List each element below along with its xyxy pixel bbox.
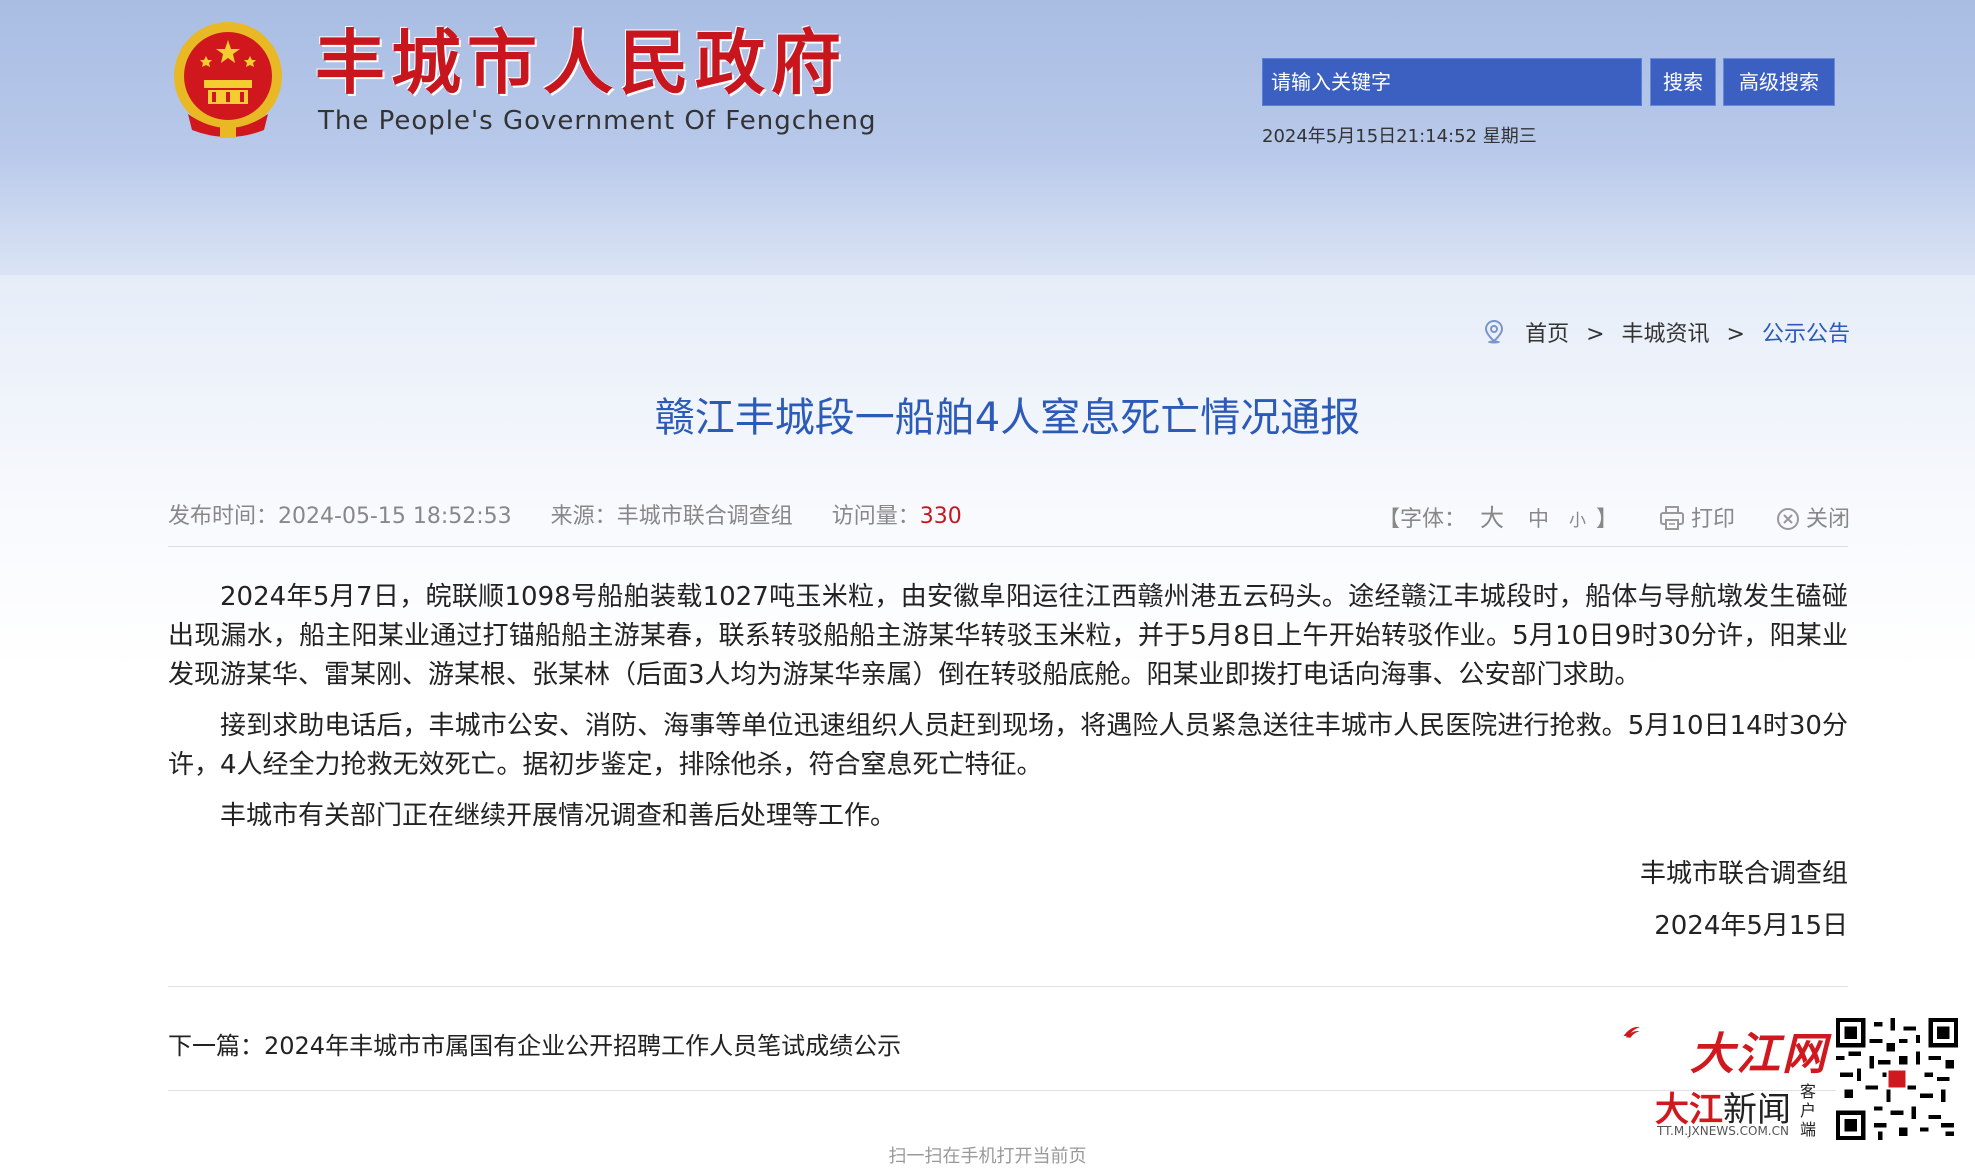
next-article-title[interactable]: 2024年丰城市市属国有企业公开招聘工作人员笔试成绩公示 <box>264 1032 901 1060</box>
search-input[interactable]: 请输入关键字 <box>1262 58 1642 106</box>
breadcrumb-separator: > <box>1586 322 1605 347</box>
font-size-label: 【字体： <box>1377 507 1466 532</box>
font-large-button[interactable]: 大 <box>1480 504 1504 532</box>
article-paragraph: 丰城市有关部门正在继续开展情况调查和善后处理等工作。 <box>220 801 897 831</box>
advanced-search-button[interactable]: 高级搜索 <box>1723 58 1835 106</box>
jxnews-logo-icon <box>1623 1026 1640 1038</box>
current-datetime: 2024年5月15日21:14:52 星期三 <box>1262 126 1537 147</box>
font-size-label-close: 】 <box>1595 507 1618 532</box>
close-button[interactable]: 关闭 <box>1776 507 1850 532</box>
national-emblem-icon <box>174 22 282 138</box>
meta-divider <box>168 546 1848 547</box>
site-header: 丰城市人民政府 The People's Government Of Fengc… <box>0 0 1975 275</box>
article-meta: 发布时间：2024-05-15 18:52:53 来源：丰城市联合调查组 访问量… <box>168 498 994 530</box>
article-title: 赣江丰城段一船舶4人窒息死亡情况通报 <box>654 395 1361 441</box>
view-count: 访问量：330 <box>831 504 962 529</box>
site-subtitle: The People's Government Of Fengcheng <box>318 106 877 136</box>
site-title: 丰城市人民政府 <box>315 21 847 104</box>
next-article-link[interactable]: 下一篇：2024年丰城市市属国有企业公开招聘工作人员笔试成绩公示 <box>168 1026 901 1061</box>
jxnews-client-label: 客户端 <box>1800 1082 1817 1139</box>
article-paragraph: 接到求助电话后，丰城市公安、消防、海事等单位迅速组织人员赶到现场，将遇险人员紧急… <box>168 711 1848 780</box>
printer-icon <box>1659 506 1684 530</box>
close-circle-icon <box>1776 508 1799 530</box>
breadcrumb: 首页 > 丰城资讯 > 公示公告 <box>1484 316 1850 348</box>
print-button[interactable]: 打印 <box>1659 506 1742 532</box>
scan-hint: 扫一扫在手机打开当前页 <box>888 1146 1087 1167</box>
breadcrumb-separator: > <box>1726 322 1745 347</box>
location-pin-icon <box>1485 320 1504 344</box>
breadcrumb-section-link[interactable]: 丰城资讯 <box>1622 322 1710 347</box>
publish-time: 发布时间：2024-05-15 18:52:53 <box>168 504 512 529</box>
jxnews-brand: 大江网 <box>1690 1029 1828 1080</box>
footer-divider <box>168 1090 1848 1091</box>
font-medium-button[interactable]: 中 <box>1528 507 1549 531</box>
article-body: 2024年5月7日，皖联顺1098号船舶装载1027吨玉米粒，由安徽阜阳运往江西… <box>168 578 1848 952</box>
qr-code-icon <box>1836 1018 1958 1140</box>
article-paragraph: 2024年5月7日，皖联顺1098号船舶装载1027吨玉米粒，由安徽阜阳运往江西… <box>168 582 1848 690</box>
article-source: 来源：丰城市联合调查组 <box>550 504 793 529</box>
article-signature: 丰城市联合调查组 <box>1639 859 1848 889</box>
font-small-button[interactable]: 小 <box>1569 511 1586 531</box>
breadcrumb-current-link[interactable]: 公示公告 <box>1762 322 1850 347</box>
jxnews-url: TT.M.JXNEWS.COM.CN <box>1657 1124 1789 1138</box>
breadcrumb-home-link[interactable]: 首页 <box>1525 322 1569 347</box>
content-divider <box>168 986 1848 987</box>
search-button[interactable]: 搜索 <box>1650 58 1716 106</box>
article-sign-date: 2024年5月15日 <box>1654 911 1848 941</box>
article-tools: 【字体： 大中小】 打印 关闭 <box>1378 498 1850 533</box>
